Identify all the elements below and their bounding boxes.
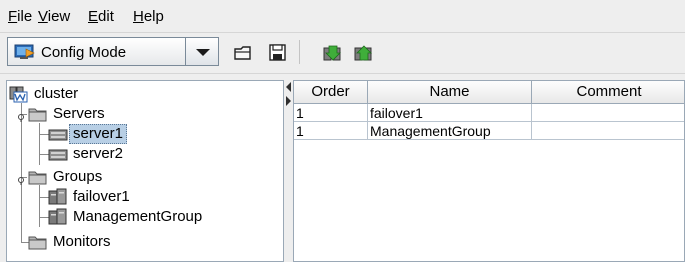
table-row[interactable]: 1 ManagementGroup xyxy=(294,122,684,140)
group-icon xyxy=(48,208,68,229)
menu-file-label: ile xyxy=(17,8,33,25)
cluster-tree[interactable]: cluster Servers server1 server2 Groups f… xyxy=(6,80,284,262)
menu-view-label: iew xyxy=(47,8,71,25)
app-window: File View Edit Help Config Mode cluster … xyxy=(0,0,685,262)
tree-node-label: ManagementGroup xyxy=(73,208,203,225)
menu-bar: File View Edit Help xyxy=(0,0,685,32)
menu-view[interactable]: View xyxy=(38,9,70,25)
tree-node-label: Monitors xyxy=(53,233,111,250)
collapse-left-icon[interactable] xyxy=(286,82,291,92)
cell-name: failover1 xyxy=(368,104,532,122)
open-button[interactable] xyxy=(228,40,256,64)
tree-node-label: server2 xyxy=(73,145,124,162)
menu-edit-label: dit xyxy=(98,8,114,25)
upload-config-button[interactable] xyxy=(348,40,376,64)
folder-icon xyxy=(28,105,48,126)
tree-line xyxy=(39,123,40,165)
cell-name: ManagementGroup xyxy=(368,122,532,140)
save-button[interactable] xyxy=(263,40,291,64)
menu-file-mnemonic: F xyxy=(8,8,18,25)
tree-line xyxy=(39,185,40,227)
menu-help-mnemonic: H xyxy=(133,8,144,25)
toolbar-separator xyxy=(299,40,300,64)
tree-node-label: Servers xyxy=(53,105,105,122)
group-icon xyxy=(48,188,68,209)
chevron-down-icon xyxy=(196,49,210,56)
tree-node-label: failover1 xyxy=(73,188,130,205)
menu-help[interactable]: Help xyxy=(133,9,164,25)
column-header-name[interactable]: Name xyxy=(368,81,532,103)
mode-dropdown-button[interactable] xyxy=(185,37,219,66)
collapse-icon[interactable] xyxy=(16,109,26,122)
menu-edit-mnemonic: E xyxy=(88,8,99,25)
tree-node-label: Groups xyxy=(53,168,103,185)
menu-help-label: elp xyxy=(143,8,164,25)
table-header: Order Name Comment xyxy=(294,81,684,104)
cluster-icon xyxy=(9,85,29,106)
pane-splitter[interactable] xyxy=(284,80,293,262)
menu-file[interactable]: File xyxy=(8,9,32,25)
menu-view-mnemonic: V xyxy=(38,8,48,25)
collapse-icon[interactable] xyxy=(16,172,26,185)
tree-node-label: server1 xyxy=(69,124,128,144)
mode-selector[interactable]: Config Mode xyxy=(7,37,219,66)
column-header-comment[interactable]: Comment xyxy=(532,81,684,103)
group-table: Order Name Comment 1 failover1 1 Managem… xyxy=(293,80,685,262)
mode-selected-label: Config Mode xyxy=(41,44,127,61)
menu-edit[interactable]: Edit xyxy=(88,9,114,25)
tree-node-label: cluster xyxy=(34,85,79,102)
column-header-order[interactable]: Order xyxy=(294,81,368,103)
cell-comment xyxy=(532,104,684,122)
folder-icon xyxy=(28,233,48,254)
server-icon xyxy=(48,125,68,146)
monitor-icon xyxy=(14,44,36,63)
table-row[interactable]: 1 failover1 xyxy=(294,104,684,122)
cell-comment xyxy=(532,122,684,140)
cell-order: 1 xyxy=(294,122,368,140)
server-icon xyxy=(48,145,68,166)
download-config-button[interactable] xyxy=(317,40,345,64)
folder-icon xyxy=(28,168,48,189)
collapse-right-icon[interactable] xyxy=(286,96,291,106)
cell-order: 1 xyxy=(294,104,368,122)
